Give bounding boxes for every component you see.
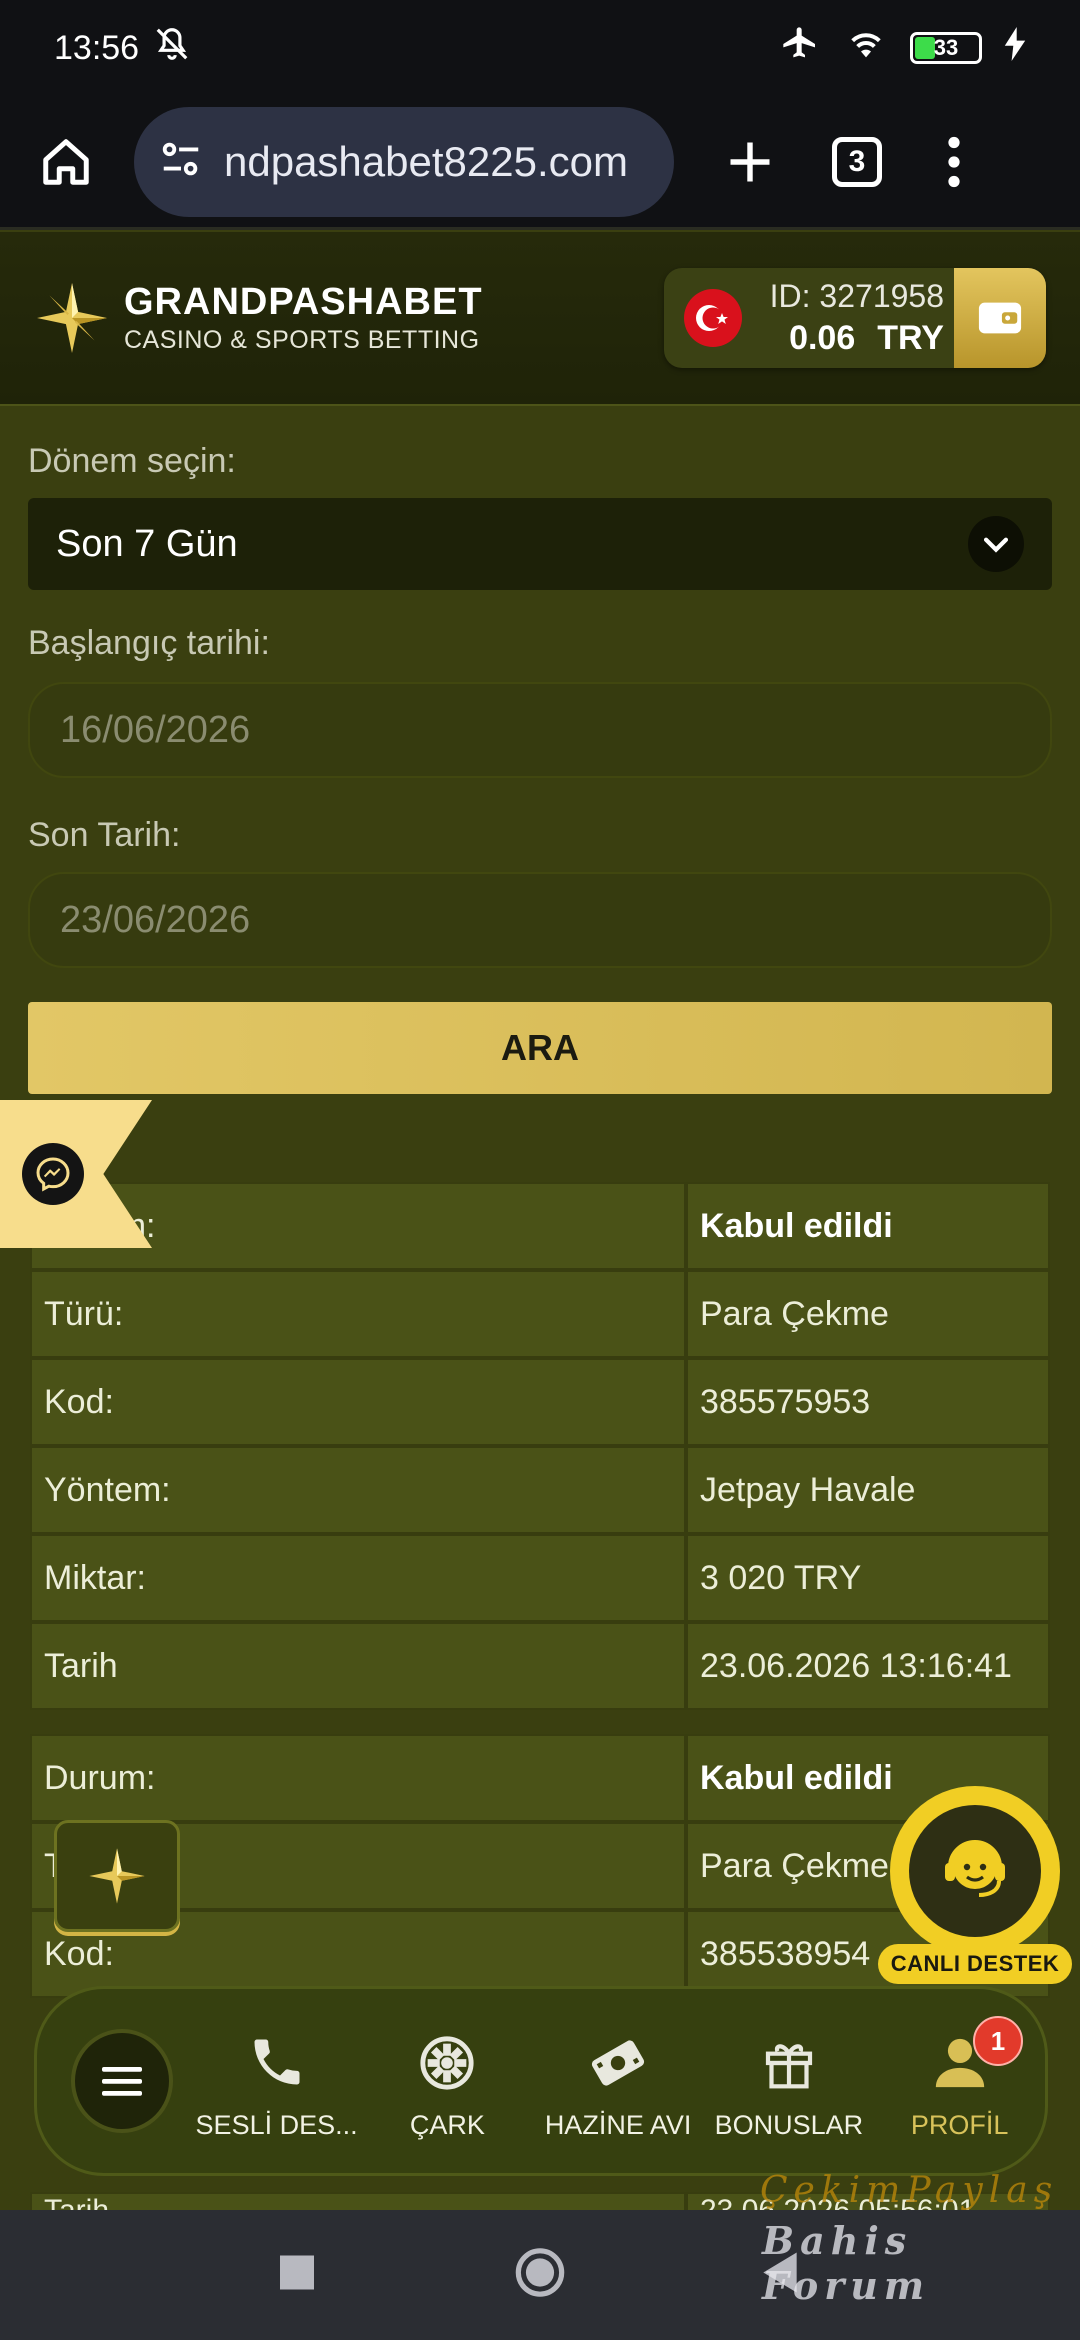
- gift-icon: [761, 2022, 817, 2092]
- hamburger-icon: [102, 2067, 143, 2096]
- row-value: 3 020 TRY: [686, 1534, 1050, 1622]
- charging-icon: [1004, 26, 1026, 70]
- headset-agent-icon: [909, 1805, 1041, 1937]
- row-value: 385575953: [686, 1358, 1050, 1446]
- nav-profile[interactable]: PROFİL 1: [874, 2006, 1045, 2156]
- wallet-icon: [978, 302, 1022, 334]
- floating-star-button[interactable]: [54, 1820, 180, 1932]
- home-icon: [43, 138, 89, 185]
- end-date-input[interactable]: 23/06/2026: [28, 872, 1052, 968]
- status-bar: 13:56 33: [0, 0, 1080, 96]
- url-text: ndpashabet8225.com: [224, 137, 628, 185]
- nav-bonuses[interactable]: BONUSLAR: [703, 2006, 874, 2156]
- row-key: Türü:: [30, 1270, 686, 1358]
- hamburger-menu-button[interactable]: [71, 2029, 174, 2133]
- turkey-flag-icon: [684, 289, 742, 347]
- table-row: Yöntem: Jetpay Havale: [30, 1446, 1050, 1534]
- period-select[interactable]: Son 7 Gün: [28, 498, 1052, 590]
- row-key: Tarih: [30, 1622, 686, 1710]
- table-row: Miktar: 3 020 TRY: [30, 1534, 1050, 1622]
- row-key: Kod:: [30, 1358, 686, 1446]
- star-icon: [89, 1848, 145, 1904]
- star-logo-icon: [37, 283, 107, 353]
- nav-wheel[interactable]: ÇARK: [362, 2006, 533, 2156]
- watermark: ÇekimPaylaş Bahis Forum: [754, 2170, 1080, 2308]
- brand-name: GRANDPASHABET: [124, 281, 483, 323]
- balance-amount: 0.06: [789, 319, 856, 357]
- watermark-line-1: ÇekimPaylaş: [760, 2170, 1059, 2211]
- battery-icon: 33: [910, 32, 982, 64]
- plus-icon: [730, 142, 770, 181]
- airplane-icon: [778, 24, 822, 73]
- end-date-label: Son Tarih:: [28, 816, 181, 854]
- period-label: Dönem seçin:: [28, 442, 236, 480]
- home-button[interactable]: [30, 126, 102, 198]
- square-icon: [280, 2255, 314, 2290]
- browser-toolbar: ndpashabet8225.com 3: [0, 96, 1080, 230]
- treasure-icon: [587, 2022, 649, 2092]
- browser-menu-button[interactable]: [934, 126, 974, 198]
- site-settings-icon[interactable]: [158, 136, 204, 187]
- recents-button[interactable]: [280, 2255, 314, 2295]
- nav-label: ÇARK: [409, 2109, 485, 2140]
- status-time: 13:56: [54, 28, 140, 67]
- search-button[interactable]: ARA: [28, 1002, 1052, 1094]
- nav-label: HAZİNE AVI: [544, 2109, 692, 2140]
- start-date-label: Başlangıç tarihi:: [28, 624, 270, 662]
- start-date-input[interactable]: 16/06/2026: [28, 682, 1052, 778]
- live-support-label: CANLI DESTEK: [878, 1944, 1072, 1984]
- site-header: GRANDPASHABET CASINO & SPORTS BETTING ID…: [0, 232, 1080, 406]
- nav-treasure-hunt[interactable]: HAZİNE AVI: [533, 2006, 704, 2156]
- row-value: 23.06.2026 13:16:41: [686, 1622, 1050, 1710]
- battery-level: 33: [933, 35, 959, 60]
- row-key: Miktar:: [30, 1534, 686, 1622]
- nav-label: PROFİL: [910, 2109, 1009, 2140]
- phone-icon: [247, 2022, 307, 2092]
- brand-tagline: CASINO & SPORTS BETTING: [124, 326, 480, 354]
- site-logo[interactable]: GRANDPASHABET CASINO & SPORTS BETTING: [34, 280, 483, 356]
- chevron-down-icon: [968, 516, 1024, 572]
- transaction-table: Durum: Kabul edildi Türü: Para Çekme Kod…: [30, 1182, 1050, 1710]
- bottom-navigation: SESLİ DES... ÇARK HAZİNE AVI BONUSLAR PR…: [34, 1986, 1048, 2176]
- table-row: Durum: Kabul edildi: [30, 1182, 1050, 1270]
- row-key: Tarih: [30, 2192, 686, 2210]
- row-value: Para Çekme: [686, 1270, 1050, 1358]
- account-id: ID: 3271958: [769, 278, 944, 314]
- row-value: Kabul edildi: [686, 1182, 1050, 1270]
- new-tab-button[interactable]: [714, 126, 786, 198]
- table-row: Türü: Para Çekme: [30, 1270, 1050, 1358]
- bell-off-icon: [153, 25, 191, 72]
- row-key: Durum:: [30, 1734, 686, 1822]
- wallet-button[interactable]: [954, 268, 1046, 368]
- tab-switcher-button[interactable]: 3: [832, 136, 882, 187]
- period-value: Son 7 Gün: [56, 522, 238, 565]
- balance-currency: TRY: [877, 319, 944, 357]
- messenger-icon: [22, 1143, 84, 1205]
- account-balance: 0.06 TRY: [760, 319, 944, 358]
- table-row: Kod: 385575953: [30, 1358, 1050, 1446]
- circle-icon: [515, 2248, 565, 2297]
- wheel-icon: [418, 2022, 476, 2092]
- nav-label: BONUSLAR: [714, 2109, 864, 2140]
- nav-voice-support[interactable]: SESLİ DES...: [191, 2006, 362, 2156]
- watermark-line-2: Bahis Forum: [762, 2218, 931, 2308]
- wifi-icon: [844, 24, 888, 73]
- row-key: Yöntem:: [30, 1446, 686, 1534]
- table-row: Tarih 23.06.2026 13:16:41: [30, 1622, 1050, 1710]
- home-system-button[interactable]: [514, 2247, 566, 2304]
- live-support-button[interactable]: CANLI DESTEK: [878, 1786, 1072, 1984]
- nav-label: SESLİ DES...: [195, 2109, 358, 2140]
- row-value: Jetpay Havale: [686, 1446, 1050, 1534]
- more-vert-icon: [948, 136, 960, 187]
- account-panel[interactable]: ID: 3271958 0.06 TRY: [664, 268, 1046, 368]
- notification-badge: 1: [972, 2016, 1023, 2066]
- address-bar[interactable]: ndpashabet8225.com: [134, 106, 674, 217]
